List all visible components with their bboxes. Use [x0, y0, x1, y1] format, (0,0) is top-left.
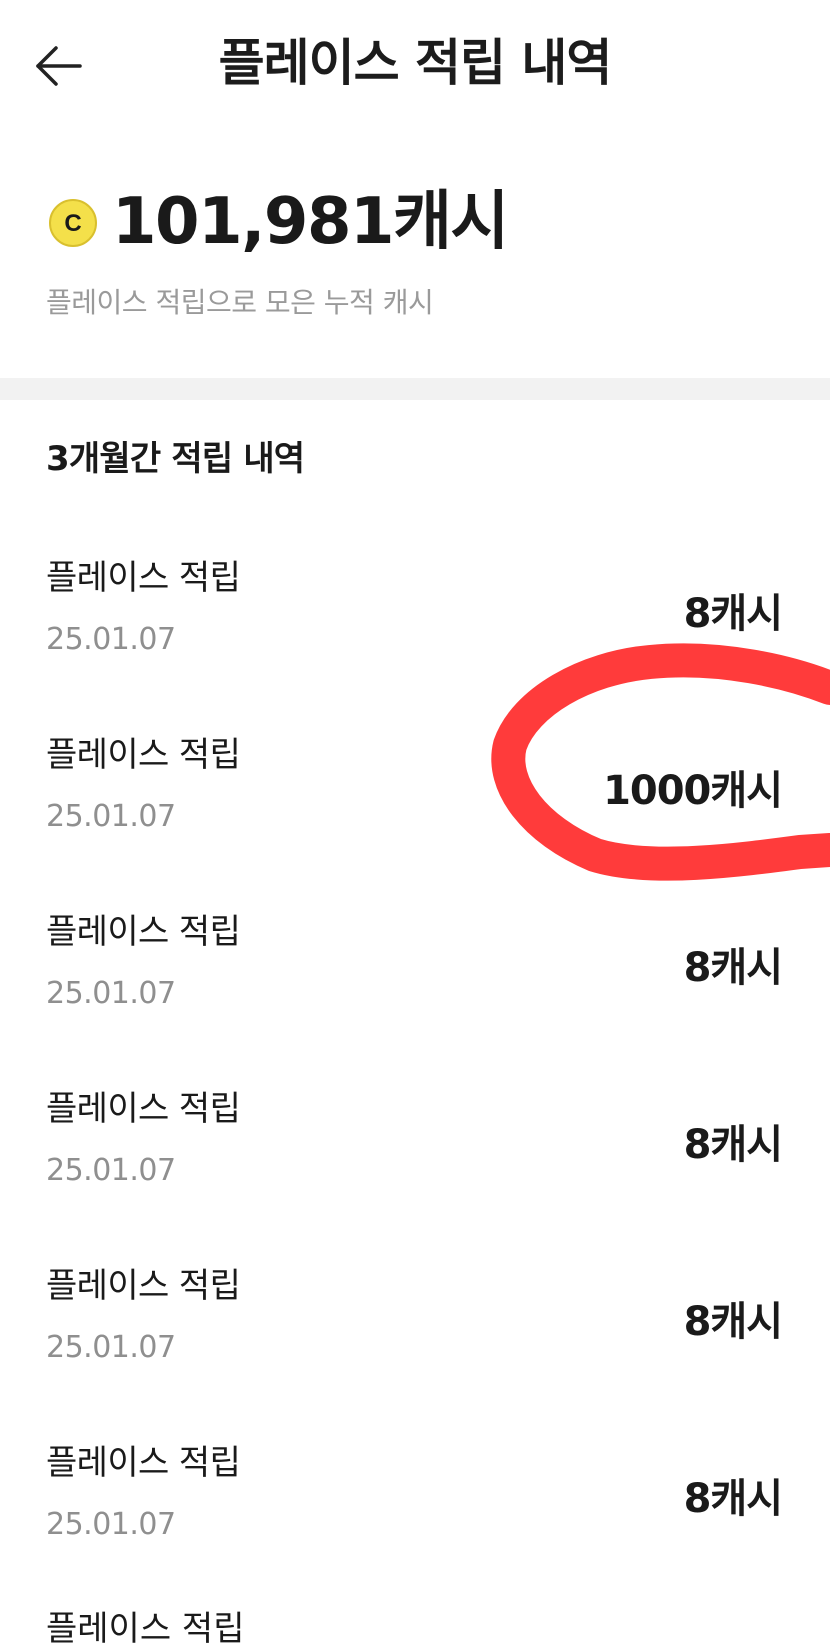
cash-summary: C 101,981캐시 플레이스 적립으로 모은 누적 캐시 — [0, 128, 830, 378]
history-item-label: 플레이스 적립 — [46, 1266, 241, 1306]
history-item-label-partial: 플레이스 적립 — [46, 1609, 245, 1649]
history-section-title: 3개월간 적립 내역 — [46, 439, 305, 479]
history-item-date: 25.01.07 — [46, 976, 176, 1011]
history-item-date: 25.01.07 — [46, 1153, 176, 1188]
history-item: 플레이스 적립 25.01.07 8캐시 — [0, 1430, 830, 1607]
history-item-date: 25.01.07 — [46, 799, 176, 834]
history-item-amount: 8캐시 — [683, 1299, 783, 1345]
history-item-label: 플레이스 적립 — [46, 912, 241, 952]
history-item-date: 25.01.07 — [46, 1507, 176, 1542]
history-item-amount: 1000캐시 — [603, 768, 783, 814]
history-item: 플레이스 적립 25.01.07 8캐시 — [0, 899, 830, 1076]
page-title: 플레이스 적립 내역 — [218, 34, 613, 92]
total-cash-description: 플레이스 적립으로 모은 누적 캐시 — [46, 286, 434, 319]
app-header: 플레이스 적립 내역 — [0, 0, 830, 128]
history-item: 플레이스 적립 25.01.07 8캐시 — [0, 1076, 830, 1253]
history-item-date: 25.01.07 — [46, 1330, 176, 1365]
history-item-amount: 8캐시 — [683, 1476, 783, 1522]
history-item: 플레이스 적립 25.01.07 8캐시 — [0, 545, 830, 722]
history-item: 플레이스 적립 25.01.07 1000캐시 — [0, 722, 830, 899]
svg-text:C: C — [64, 210, 81, 237]
history-list: 플레이스 적립 25.01.07 8캐시 플레이스 적립 25.01.07 10… — [0, 545, 830, 1607]
history-item-date: 25.01.07 — [46, 622, 176, 657]
history-item-amount: 8캐시 — [683, 1122, 783, 1168]
history-item-amount: 8캐시 — [683, 945, 783, 991]
history-item-label: 플레이스 적립 — [46, 735, 241, 775]
cash-coin-icon: C — [49, 199, 97, 247]
history-item: 플레이스 적립 25.01.07 8캐시 — [0, 1253, 830, 1430]
history-item-label: 플레이스 적립 — [46, 1443, 241, 1483]
history-item-amount: 8캐시 — [683, 591, 783, 637]
history-item-label: 플레이스 적립 — [46, 1089, 241, 1129]
history-item-label: 플레이스 적립 — [46, 558, 241, 598]
section-divider — [0, 378, 830, 400]
total-cash-amount: 101,981캐시 — [112, 185, 509, 259]
